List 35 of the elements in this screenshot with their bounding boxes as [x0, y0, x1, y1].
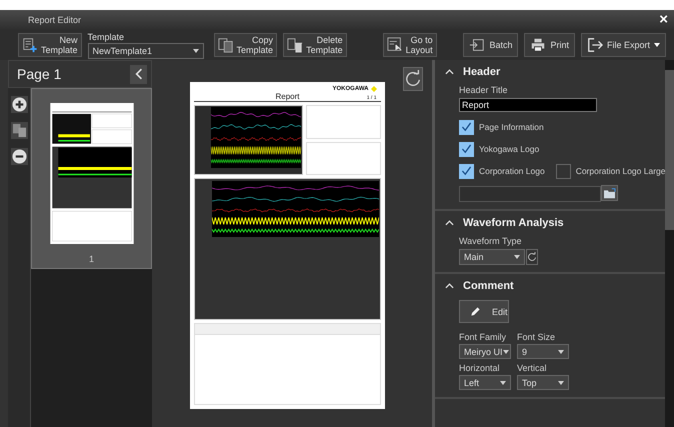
print-button[interactable]: Print [524, 33, 575, 57]
new-template-button[interactable]: New Template [18, 33, 82, 57]
report-title: Report [276, 92, 300, 101]
window-title: Report Editor [28, 15, 82, 25]
export-button[interactable]: File Export [580, 33, 666, 57]
checkbox-label: Corporation Logo Large [576, 166, 665, 176]
close-button[interactable]: × [659, 13, 668, 27]
dropdown[interactable]: 9 [517, 344, 569, 359]
waveform-type-label: Waveform Type [459, 235, 523, 247]
page-thumbnail[interactable]: 1 [31, 88, 152, 269]
page-title: Page 1 [17, 66, 62, 82]
page-number: 1 [88, 254, 94, 264]
section-header[interactable]: Header [435, 60, 665, 84]
dropdown[interactable]: Meiryo UI [459, 344, 511, 359]
field-label: Font Size [517, 331, 556, 343]
field-label: Font Family [459, 331, 508, 343]
field-label: Horizontal [459, 362, 501, 374]
edit-button[interactable]: Edit [459, 300, 509, 323]
waveform-type-dropdown[interactable]: Main [459, 249, 525, 265]
checkbox-label: Page Information [479, 122, 544, 132]
field-label: Vertical [517, 362, 548, 374]
template-label: Template [88, 32, 126, 42]
header-title-label: Header Title [459, 84, 509, 96]
dropdown[interactable]: Top [517, 375, 569, 390]
delete-template-button[interactable]: Delete Template [283, 33, 347, 57]
copy-template-button[interactable]: Copy Template [214, 33, 278, 57]
go-to-layout-button[interactable]: Go to Layout [382, 33, 437, 57]
checkbox-label: Corporation Logo [479, 166, 545, 176]
checkbox-label: Yokogawa Logo [479, 144, 540, 154]
dropdown[interactable]: Left [459, 375, 511, 390]
batch-button[interactable]: Batch [463, 33, 518, 57]
header-title-field[interactable]: Report [459, 98, 597, 112]
template-dropdown[interactable]: NewTemplate1 [88, 42, 204, 58]
section-header[interactable]: Waveform Analysis [435, 211, 665, 235]
section-header[interactable]: Comment [435, 274, 665, 298]
